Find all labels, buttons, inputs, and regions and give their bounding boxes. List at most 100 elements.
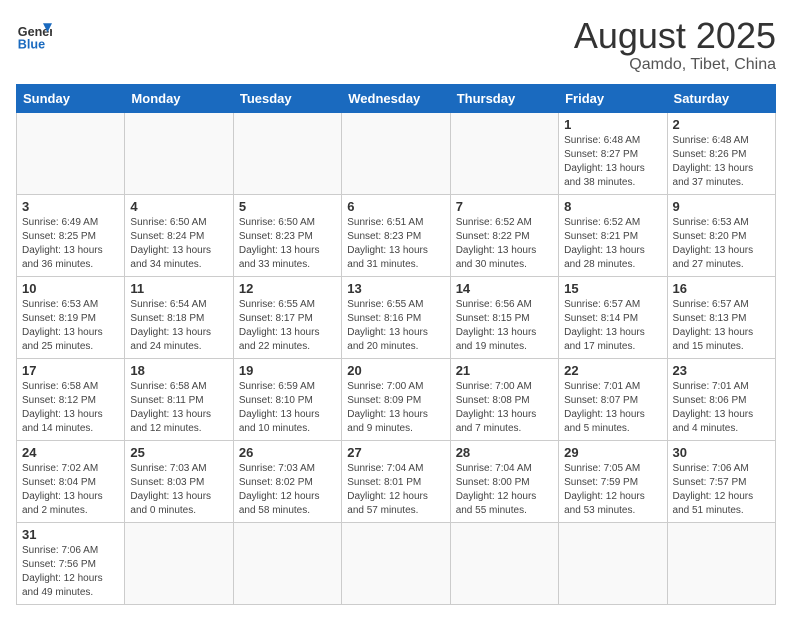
day-info: Sunrise: 6:53 AM Sunset: 8:20 PM Dayligh… — [673, 216, 770, 272]
calendar-cell: 18Sunrise: 6:58 AM Sunset: 8:11 PM Dayli… — [125, 358, 233, 440]
day-number: 28 — [456, 445, 553, 460]
week-row-0: 1 Sunrise: 6:48 AM Sunset: 8:27 PM Daylig… — [17, 112, 776, 194]
calendar-cell: 29Sunrise: 7:05 AM Sunset: 7:59 PM Dayli… — [559, 440, 667, 522]
calendar-cell — [233, 112, 341, 194]
day-number: 3 — [22, 199, 119, 214]
calendar-cell: 3Sunrise: 6:49 AM Sunset: 8:25 PM Daylig… — [17, 194, 125, 276]
calendar-cell: 26Sunrise: 7:03 AM Sunset: 8:02 PM Dayli… — [233, 440, 341, 522]
day-info: Sunrise: 7:05 AM Sunset: 7:59 PM Dayligh… — [564, 462, 661, 518]
calendar-subtitle: Qamdo, Tibet, China — [574, 56, 776, 74]
calendar-cell: 5 Sunrise: 6:50 AM Sunset: 8:23 PM Daylig… — [233, 194, 341, 276]
calendar-cell — [667, 522, 775, 604]
calendar-cell: 24Sunrise: 7:02 AM Sunset: 8:04 PM Dayli… — [17, 440, 125, 522]
calendar-cell: 8 Sunrise: 6:52 AM Sunset: 8:21 PM Daylig… — [559, 194, 667, 276]
day-header-saturday: Saturday — [667, 84, 775, 112]
calendar-cell: 27Sunrise: 7:04 AM Sunset: 8:01 PM Dayli… — [342, 440, 450, 522]
day-header-friday: Friday — [559, 84, 667, 112]
logo-icon: General Blue — [16, 16, 52, 52]
day-number: 18 — [130, 363, 227, 378]
calendar-cell: 6 Sunrise: 6:51 AM Sunset: 8:23 PM Daylig… — [342, 194, 450, 276]
day-number: 5 — [239, 199, 336, 214]
day-number: 8 — [564, 199, 661, 214]
day-number: 26 — [239, 445, 336, 460]
day-info: Sunrise: 6:50 AM Sunset: 8:24 PM Dayligh… — [130, 216, 227, 272]
week-row-4: 24Sunrise: 7:02 AM Sunset: 8:04 PM Dayli… — [17, 440, 776, 522]
calendar-cell: 16 Sunrise: 6:57 AM Sunset: 8:13 PM Dayli… — [667, 276, 775, 358]
day-number: 23 — [673, 363, 770, 378]
day-info: Sunrise: 7:00 AM Sunset: 8:09 PM Dayligh… — [347, 380, 444, 436]
calendar-cell: 17Sunrise: 6:58 AM Sunset: 8:12 PM Dayli… — [17, 358, 125, 440]
day-number: 16 — [673, 281, 770, 296]
calendar-cell — [450, 112, 558, 194]
svg-text:Blue: Blue — [18, 37, 45, 51]
day-info: Sunrise: 7:00 AM Sunset: 8:08 PM Dayligh… — [456, 380, 553, 436]
day-number: 12 — [239, 281, 336, 296]
day-number: 1 — [564, 117, 661, 132]
day-number: 25 — [130, 445, 227, 460]
day-info: Sunrise: 6:57 AM Sunset: 8:13 PM Dayligh… — [673, 298, 770, 354]
day-info: Sunrise: 6:57 AM Sunset: 8:14 PM Dayligh… — [564, 298, 661, 354]
calendar-table: SundayMondayTuesdayWednesdayThursdayFrid… — [16, 84, 776, 605]
calendar-cell — [342, 112, 450, 194]
calendar-cell: 11 Sunrise: 6:54 AM Sunset: 8:18 PM Dayli… — [125, 276, 233, 358]
day-info: Sunrise: 6:48 AM Sunset: 8:27 PM Dayligh… — [564, 134, 661, 190]
calendar-cell — [125, 522, 233, 604]
day-info: Sunrise: 6:50 AM Sunset: 8:23 PM Dayligh… — [239, 216, 336, 272]
day-number: 6 — [347, 199, 444, 214]
day-number: 31 — [22, 527, 119, 542]
week-row-5: 31 Sunrise: 7:06 AM Sunset: 7:56 PM Dayli… — [17, 522, 776, 604]
day-info: Sunrise: 7:01 AM Sunset: 8:06 PM Dayligh… — [673, 380, 770, 436]
day-number: 13 — [347, 281, 444, 296]
calendar-cell — [233, 522, 341, 604]
day-info: Sunrise: 7:02 AM Sunset: 8:04 PM Dayligh… — [22, 462, 119, 518]
calendar-cell: 28 Sunrise: 7:04 AM Sunset: 8:00 PM Dayli… — [450, 440, 558, 522]
day-number: 2 — [673, 117, 770, 132]
calendar-cell: 25 Sunrise: 7:03 AM Sunset: 8:03 PM Dayli… — [125, 440, 233, 522]
day-info: Sunrise: 6:54 AM Sunset: 8:18 PM Dayligh… — [130, 298, 227, 354]
day-info: Sunrise: 7:01 AM Sunset: 8:07 PM Dayligh… — [564, 380, 661, 436]
calendar-cell: 4 Sunrise: 6:50 AM Sunset: 8:24 PM Daylig… — [125, 194, 233, 276]
calendar-cell: 22 Sunrise: 7:01 AM Sunset: 8:07 PM Dayli… — [559, 358, 667, 440]
day-info: Sunrise: 7:06 AM Sunset: 7:56 PM Dayligh… — [22, 544, 119, 600]
calendar-cell: 21Sunrise: 7:00 AM Sunset: 8:08 PM Dayli… — [450, 358, 558, 440]
calendar-cell: 23 Sunrise: 7:01 AM Sunset: 8:06 PM Dayli… — [667, 358, 775, 440]
calendar-cell: 14Sunrise: 6:56 AM Sunset: 8:15 PM Dayli… — [450, 276, 558, 358]
day-number: 11 — [130, 281, 227, 296]
day-number: 19 — [239, 363, 336, 378]
day-info: Sunrise: 7:03 AM Sunset: 8:03 PM Dayligh… — [130, 462, 227, 518]
calendar-cell: 10Sunrise: 6:53 AM Sunset: 8:19 PM Dayli… — [17, 276, 125, 358]
day-info: Sunrise: 7:06 AM Sunset: 7:57 PM Dayligh… — [673, 462, 770, 518]
page-header: General Blue General Blue August 2025 Qa… — [16, 16, 776, 74]
calendar-cell: 7 Sunrise: 6:52 AM Sunset: 8:22 PM Daylig… — [450, 194, 558, 276]
day-header-sunday: Sunday — [17, 84, 125, 112]
calendar-cell: 12 Sunrise: 6:55 AM Sunset: 8:17 PM Dayli… — [233, 276, 341, 358]
day-number: 7 — [456, 199, 553, 214]
calendar-cell: 15Sunrise: 6:57 AM Sunset: 8:14 PM Dayli… — [559, 276, 667, 358]
calendar-cell: 30 Sunrise: 7:06 AM Sunset: 7:57 PM Dayli… — [667, 440, 775, 522]
day-number: 30 — [673, 445, 770, 460]
calendar-cell — [125, 112, 233, 194]
calendar-cell: 2 Sunrise: 6:48 AM Sunset: 8:26 PM Daylig… — [667, 112, 775, 194]
days-header-row: SundayMondayTuesdayWednesdayThursdayFrid… — [17, 84, 776, 112]
day-number: 20 — [347, 363, 444, 378]
day-info: Sunrise: 6:51 AM Sunset: 8:23 PM Dayligh… — [347, 216, 444, 272]
calendar-cell: 31 Sunrise: 7:06 AM Sunset: 7:56 PM Dayli… — [17, 522, 125, 604]
day-info: Sunrise: 7:04 AM Sunset: 8:00 PM Dayligh… — [456, 462, 553, 518]
day-info: Sunrise: 6:52 AM Sunset: 8:22 PM Dayligh… — [456, 216, 553, 272]
day-info: Sunrise: 6:48 AM Sunset: 8:26 PM Dayligh… — [673, 134, 770, 190]
day-info: Sunrise: 6:53 AM Sunset: 8:19 PM Dayligh… — [22, 298, 119, 354]
day-info: Sunrise: 6:52 AM Sunset: 8:21 PM Dayligh… — [564, 216, 661, 272]
day-number: 22 — [564, 363, 661, 378]
day-info: Sunrise: 6:55 AM Sunset: 8:16 PM Dayligh… — [347, 298, 444, 354]
calendar-cell — [17, 112, 125, 194]
day-number: 4 — [130, 199, 227, 214]
logo: General Blue General Blue — [16, 16, 52, 52]
calendar-cell — [559, 522, 667, 604]
day-info: Sunrise: 6:59 AM Sunset: 8:10 PM Dayligh… — [239, 380, 336, 436]
calendar-cell: 1 Sunrise: 6:48 AM Sunset: 8:27 PM Daylig… — [559, 112, 667, 194]
week-row-2: 10Sunrise: 6:53 AM Sunset: 8:19 PM Dayli… — [17, 276, 776, 358]
day-number: 9 — [673, 199, 770, 214]
calendar-cell: 19 Sunrise: 6:59 AM Sunset: 8:10 PM Dayli… — [233, 358, 341, 440]
day-info: Sunrise: 6:56 AM Sunset: 8:15 PM Dayligh… — [456, 298, 553, 354]
day-info: Sunrise: 6:55 AM Sunset: 8:17 PM Dayligh… — [239, 298, 336, 354]
